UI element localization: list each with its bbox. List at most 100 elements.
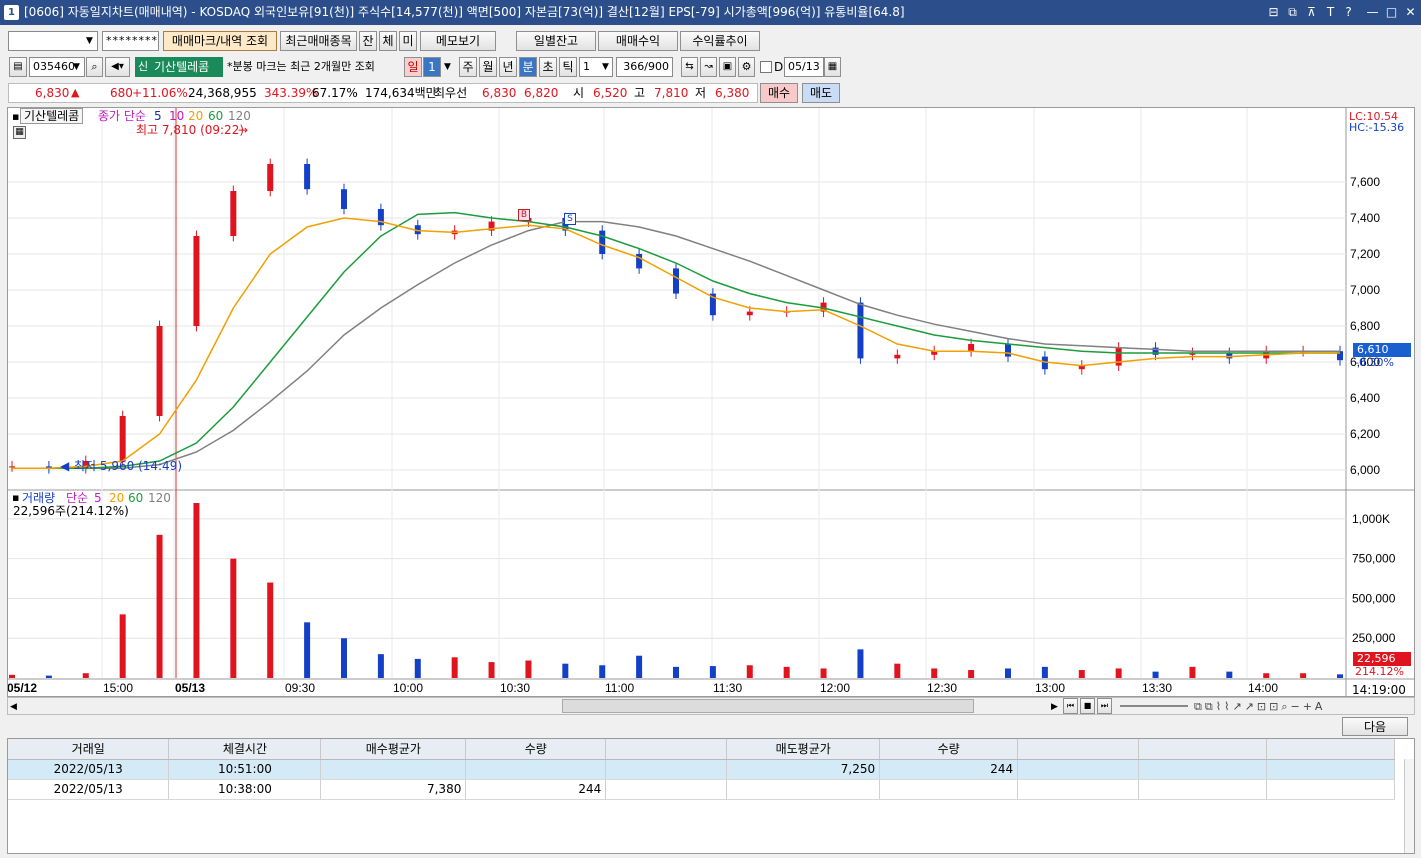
chart-stock-tag[interactable]: 기산텔레콤 <box>20 108 84 124</box>
table-row[interactable]: 2022/05/13 10:51:00 7,250 244 <box>8 759 1396 780</box>
minimize-button[interactable]: — <box>1365 4 1380 20</box>
first-icon[interactable]: ⏮ <box>1063 698 1078 714</box>
time-tick-label: 10:30 <box>500 681 530 695</box>
chart-canvas[interactable]: 7,6007,4007,2007,0006,8006,6006,4006,200… <box>8 108 1414 696</box>
stock-name[interactable]: 기산텔레콤 <box>151 57 223 77</box>
volume-bar <box>709 666 716 678</box>
help-icon[interactable]: ? <box>1341 4 1356 20</box>
volume-bar <box>1152 671 1159 678</box>
sell-mark[interactable]: S <box>564 213 576 225</box>
save-icon[interactable]: ▣ <box>719 57 736 77</box>
cell-buy-qty: 244 <box>465 779 607 800</box>
date-checkbox[interactable] <box>760 61 772 73</box>
last-icon[interactable]: ⏭ <box>1097 698 1112 714</box>
sell-button[interactable]: 매도 <box>802 83 840 103</box>
scroll-left-icon[interactable]: ◀ <box>10 698 17 716</box>
date-input[interactable]: 05/13 <box>784 57 824 77</box>
period-minute[interactable]: 분 <box>519 57 537 77</box>
volume-bar <box>746 665 753 678</box>
zoom-slider[interactable] <box>1120 705 1188 707</box>
time-tick-label: 11:00 <box>605 681 634 695</box>
day-count-dropdown-icon[interactable]: ▼ <box>444 58 451 76</box>
balance-button[interactable]: 잔 <box>359 31 377 51</box>
grid-scrollbar[interactable] <box>1404 759 1414 853</box>
return-trend-button[interactable]: 수익률추이 <box>680 31 760 51</box>
col-buy-qty[interactable]: 수량 <box>465 739 607 760</box>
window-number: 1 <box>4 5 19 20</box>
unfilled-button[interactable]: 미 <box>399 31 417 51</box>
indicator-icon[interactable]: ↝ <box>700 57 717 77</box>
period-second[interactable]: 초 <box>539 57 557 77</box>
chart-type-icon[interactable]: ▤ <box>9 57 27 77</box>
password-field[interactable]: ********* <box>102 31 159 51</box>
account-dropdown-icon[interactable]: ▼ <box>86 32 93 50</box>
table-icon[interactable]: ▦ <box>13 126 26 139</box>
vol-ma60-legend: 60 <box>128 491 144 505</box>
volume-bar <box>1226 671 1233 678</box>
filled-button[interactable]: 체 <box>379 31 397 51</box>
period-tick[interactable]: 틱 <box>559 57 577 77</box>
panel-handle-icon[interactable]: ▪ <box>12 108 19 126</box>
col-buy-avg[interactable]: 매수평균가 <box>320 739 467 760</box>
memo-view-button[interactable]: 메모보기 <box>420 31 496 51</box>
col-date[interactable]: 거래일 <box>8 739 170 760</box>
price-change-pct: +11.06% <box>132 86 188 100</box>
stop-icon[interactable]: ■ <box>1080 698 1095 714</box>
search-icon[interactable]: ⌕ <box>86 57 103 77</box>
zoom-fit-icon[interactable]: ⇆ <box>681 57 698 77</box>
low-marker-arrow: ◀ <box>60 459 70 473</box>
cell-sell-avg <box>726 779 881 800</box>
drawing-tools-icon[interactable]: ⧉⧉⌇⌇↗↗⊡⊡⌕−+A <box>1194 698 1325 716</box>
chart-scrollbar[interactable]: ◀ ▶ ⏮ ■ ⏭ ⧉⧉⌇⌇↗↗⊡⊡⌕−+A <box>7 697 1415 715</box>
interval-dropdown-icon[interactable]: ▼ <box>602 58 609 76</box>
col-sell-qty[interactable]: 수량 <box>879 739 1019 760</box>
turnover-rate: 67.17% <box>312 86 358 100</box>
volume-bar <box>9 674 15 678</box>
period-month[interactable]: 월 <box>479 57 497 77</box>
col-time[interactable]: 체결시간 <box>168 739 322 760</box>
trade-mark-query-button[interactable]: 매매마크/내역 조회 <box>163 31 277 51</box>
account-select[interactable] <box>8 31 98 51</box>
scroll-thumb[interactable] <box>562 699 974 713</box>
best-bid: 6,820 <box>524 86 559 100</box>
volume-bar <box>230 558 237 678</box>
period-day-count[interactable]: 1 <box>423 57 441 77</box>
new-listing-badge: 신 <box>135 57 151 77</box>
cell-sell-avg: 7,250 <box>726 759 881 780</box>
calendar-icon[interactable]: ▦ <box>824 57 841 77</box>
pin-icon[interactable]: ⊼ <box>1304 4 1319 20</box>
maximize-button[interactable]: □ <box>1384 4 1399 20</box>
time-tick-label: 14:00 <box>1248 681 1278 695</box>
time-tick-label: 15:00 <box>103 681 133 695</box>
trade-profit-button[interactable]: 매매수익 <box>598 31 678 51</box>
table-row[interactable]: 2022/05/13 10:38:00 7,380 244 <box>8 779 1396 800</box>
cell-empty <box>1017 779 1140 800</box>
daily-balance-button[interactable]: 일별잔고 <box>516 31 596 51</box>
period-year[interactable]: 년 <box>499 57 517 77</box>
volume-bar <box>156 534 163 678</box>
settings-gear-icon[interactable]: ⚙ <box>738 57 755 77</box>
next-button[interactable]: 다음 <box>1342 717 1408 736</box>
scroll-right-icon[interactable]: ▶ <box>1051 698 1058 716</box>
cell-buy-qty <box>465 759 607 780</box>
speaker-icon[interactable]: ◀▾ <box>105 57 130 77</box>
period-day[interactable]: 일 <box>404 57 422 77</box>
buy-button[interactable]: 매수 <box>760 83 798 103</box>
current-pct-tag: -0.30% <box>1355 356 1394 369</box>
col-sell-avg[interactable]: 매도평균가 <box>726 739 881 760</box>
price-tick-label: 7,000 <box>1350 283 1380 297</box>
price-chart[interactable]: 7,600 7,400 7,200 7,000 6,800 6,600 6,400 6,200… <box>7 107 1415 697</box>
volume-bar <box>1041 666 1048 678</box>
recent-trades-button[interactable]: 최근매매종목 <box>280 31 357 51</box>
restore-icon[interactable]: ⧉ <box>1285 4 1300 20</box>
font-icon[interactable]: T <box>1323 4 1338 20</box>
candle-body <box>599 230 606 254</box>
volume-bar <box>931 668 938 678</box>
close-button[interactable]: ✕ <box>1403 4 1418 20</box>
period-week[interactable]: 주 <box>459 57 477 77</box>
time-tick-label: 11:30 <box>713 681 742 695</box>
cell-buy-avg <box>320 759 467 780</box>
layout-icon[interactable]: ⊟ <box>1266 4 1281 20</box>
code-dropdown-icon[interactable]: ▼ <box>73 58 80 76</box>
buy-mark[interactable]: B <box>518 209 530 221</box>
